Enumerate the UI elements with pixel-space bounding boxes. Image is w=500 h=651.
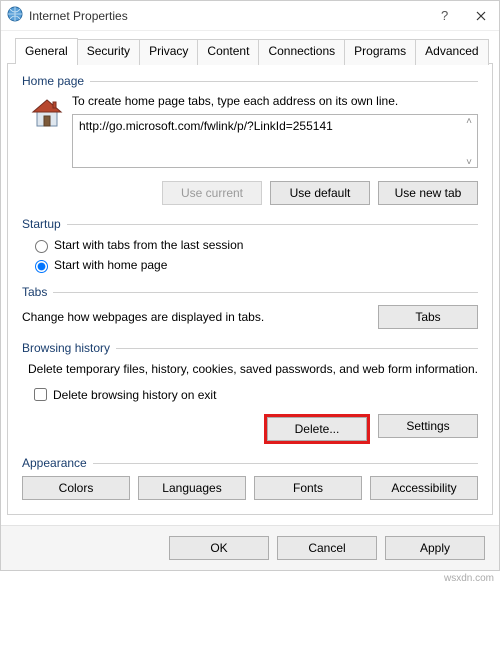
- radio-label: Start with tabs from the last session: [54, 238, 243, 252]
- divider: [116, 348, 478, 349]
- tab-connections[interactable]: Connections: [258, 39, 345, 65]
- history-settings-button[interactable]: Settings: [378, 414, 478, 438]
- titlebar: Internet Properties ?: [1, 1, 499, 31]
- delete-on-exit-checkbox[interactable]: Delete browsing history on exit: [30, 385, 478, 404]
- use-new-tab-button[interactable]: Use new tab: [378, 181, 478, 205]
- checkbox-input[interactable]: [34, 388, 47, 401]
- close-button[interactable]: [463, 1, 499, 31]
- colors-button[interactable]: Colors: [22, 476, 130, 500]
- history-group-label: Browsing history: [22, 341, 116, 355]
- svg-text:?: ?: [441, 9, 448, 23]
- tab-privacy[interactable]: Privacy: [139, 39, 198, 65]
- history-description: Delete temporary files, history, cookies…: [28, 361, 478, 377]
- tabs-button[interactable]: Tabs: [378, 305, 478, 329]
- homepage-group: Home page To create home page tabs, type…: [22, 74, 478, 205]
- general-panel: Home page To create home page tabs, type…: [7, 63, 493, 515]
- internet-properties-window: Internet Properties ? General Security P…: [0, 0, 500, 571]
- scroll-up-icon[interactable]: ˄: [462, 116, 476, 128]
- tab-content[interactable]: Content: [197, 39, 259, 65]
- tab-advanced[interactable]: Advanced: [415, 39, 488, 65]
- accessibility-button[interactable]: Accessibility: [370, 476, 478, 500]
- startup-group-label: Startup: [22, 217, 67, 231]
- homepage-instruction: To create home page tabs, type each addr…: [72, 94, 478, 108]
- radio-label: Start with home page: [54, 258, 167, 272]
- tab-strip: General Security Privacy Content Connect…: [1, 31, 499, 63]
- radio-input[interactable]: [35, 240, 48, 253]
- languages-button[interactable]: Languages: [138, 476, 246, 500]
- window-title: Internet Properties: [29, 9, 427, 23]
- dialog-button-row: OK Cancel Apply: [1, 525, 499, 570]
- homepage-url-input[interactable]: [72, 114, 478, 168]
- radio-input[interactable]: [35, 260, 48, 273]
- tab-general[interactable]: General: [15, 38, 78, 64]
- tabs-group-label: Tabs: [22, 285, 53, 299]
- tabs-group: Tabs Change how webpages are displayed i…: [22, 285, 478, 329]
- home-icon: [22, 94, 72, 135]
- checkbox-label: Delete browsing history on exit: [53, 388, 216, 402]
- scroll-down-icon[interactable]: ˅: [462, 157, 476, 169]
- appearance-group-label: Appearance: [22, 456, 93, 470]
- delete-button[interactable]: Delete...: [267, 417, 367, 441]
- apply-button[interactable]: Apply: [385, 536, 485, 560]
- app-icon: [7, 6, 23, 25]
- startup-last-session-radio[interactable]: Start with tabs from the last session: [30, 237, 478, 253]
- appearance-group: Appearance Colors Languages Fonts Access…: [22, 456, 478, 500]
- startup-home-page-radio[interactable]: Start with home page: [30, 257, 478, 273]
- watermark: wsxdn.com: [0, 571, 500, 586]
- tabs-description: Change how webpages are displayed in tab…: [22, 310, 378, 324]
- ok-button[interactable]: OK: [169, 536, 269, 560]
- delete-button-highlight: Delete...: [264, 414, 370, 444]
- divider: [90, 81, 478, 82]
- browsing-history-group: Browsing history Delete temporary files,…: [22, 341, 478, 444]
- use-current-button: Use current: [162, 181, 262, 205]
- use-default-button[interactable]: Use default: [270, 181, 370, 205]
- homepage-group-label: Home page: [22, 74, 90, 88]
- tab-security[interactable]: Security: [77, 39, 140, 65]
- cancel-button[interactable]: Cancel: [277, 536, 377, 560]
- divider: [67, 224, 478, 225]
- fonts-button[interactable]: Fonts: [254, 476, 362, 500]
- divider: [53, 292, 478, 293]
- startup-group: Startup Start with tabs from the last se…: [22, 217, 478, 273]
- tab-programs[interactable]: Programs: [344, 39, 416, 65]
- divider: [93, 463, 478, 464]
- help-button[interactable]: ?: [427, 1, 463, 31]
